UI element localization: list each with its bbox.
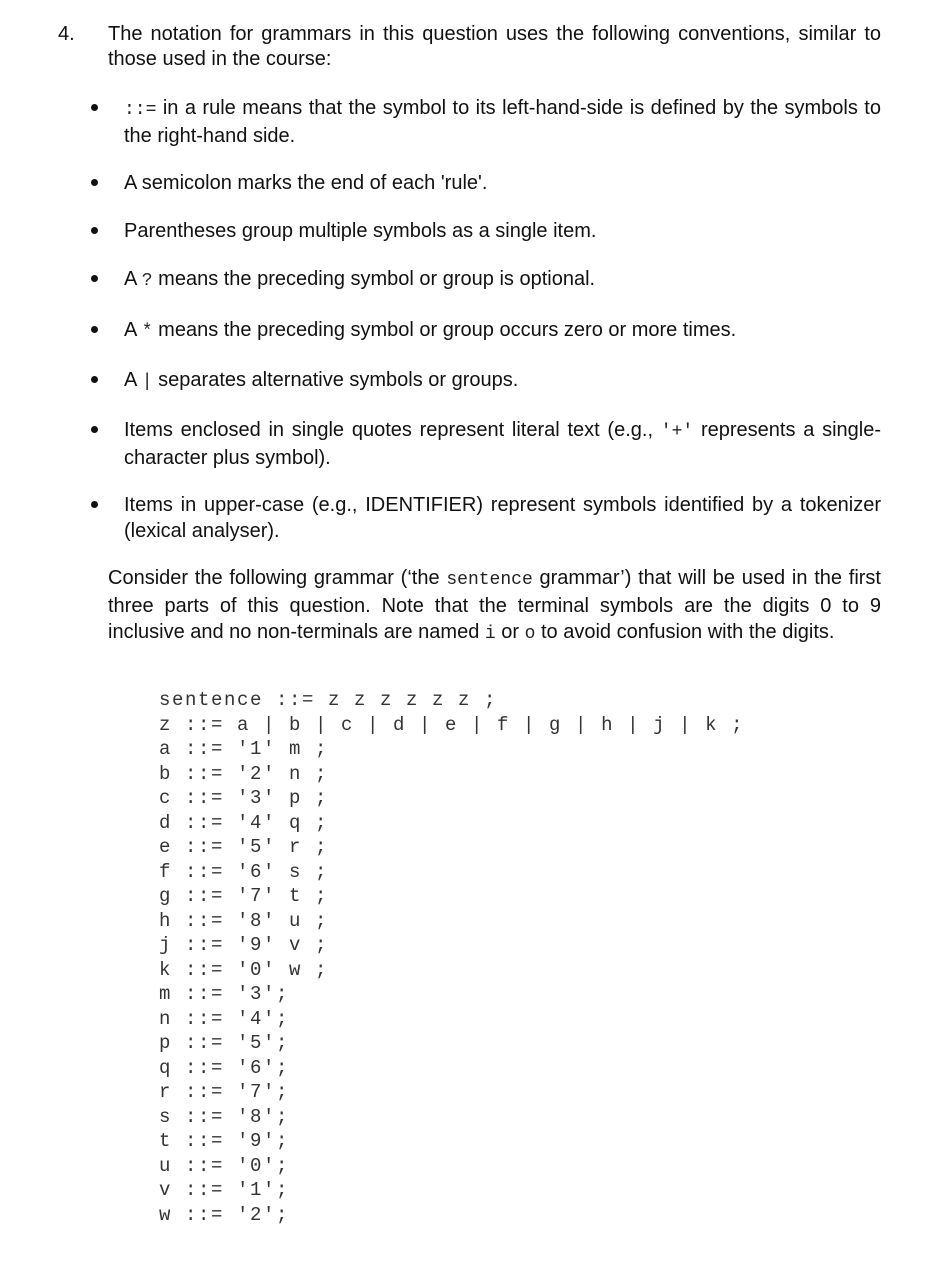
grammar-rule: r ::= '7'; [159,1081,290,1103]
convention-text: separates alternative symbols or groups. [152,369,519,391]
bullet-icon [91,326,98,333]
convention-text: means the preceding symbol or group occu… [152,319,737,341]
grammar-rule: f ::= '6' s ; [159,860,329,883]
grammar-rule: sentence ::= z z z z z z ; [159,689,498,711]
paragraph-text: Consider the following grammar (‘the [108,567,447,589]
grammar-rule: c ::= '3' p ; [159,787,329,809]
paragraph-text: to avoid confusion with the digits. [535,621,835,643]
grammar-rule: b ::= '2' n ; [159,762,329,785]
paragraph-text: or [495,621,525,643]
grammar-rule: v ::= '1'; [159,1179,290,1201]
grammar-rule: u ::= '0'; [159,1154,290,1177]
grammar-rule: n ::= '4'; [159,1007,290,1030]
convention-text: Parentheses group multiple symbols as a … [124,220,597,242]
bullet-icon [91,501,98,508]
question-number: 4. [58,23,75,45]
grammar-rule: j ::= '9' v ; [159,934,329,956]
grammar-rule: h ::= '8' u ; [159,909,329,932]
convention-text: A [124,369,142,391]
grammar-rule: k ::= '0' w ; [159,958,329,981]
grammar-rule: w ::= '2'; [159,1203,290,1226]
inline-code: i [484,624,496,644]
grammar-rule: z ::= a | b | c | d | e | f | g | h | j … [159,713,745,736]
convention-text: Items enclosed in single quotes represen… [124,419,661,441]
convention-code: * [141,322,153,342]
convention-code: ? [141,271,153,291]
convention-code: ::= [124,100,157,120]
grammar-rule: t ::= '9'; [159,1130,290,1152]
bullet-icon [91,227,98,234]
convention-text: means the preceding symbol or group is o… [152,268,596,290]
convention-text: Items in upper-case (e.g., IDENTIFIER) r… [124,494,881,542]
grammar-rule: p ::= '5'; [159,1032,290,1054]
bullet-icon [91,104,98,111]
bullet-icon [91,426,98,433]
convention-text: A semicolon marks the end of each 'rule'… [124,172,488,194]
bullet-icon [91,376,98,383]
convention-text: A [124,319,142,341]
bullet-icon [91,179,98,186]
grammar-rule: s ::= '8'; [159,1105,290,1128]
grammar-rule: m ::= '3'; [159,983,290,1005]
grammar-rule: e ::= '5' r ; [159,836,329,858]
convention-code: | [141,372,153,392]
convention-text: A [124,268,142,290]
grammar-rule: d ::= '4' q ; [159,811,329,834]
grammar-rule: g ::= '7' t ; [159,885,329,907]
inline-code: o [524,624,536,644]
convention-text: in a rule means that the symbol to its l… [124,97,881,147]
grammar-rule: q ::= '6'; [159,1056,290,1079]
grammar-rule: a ::= '1' m ; [159,738,329,760]
grammar-listing: sentence ::= z z z z z z ; z ::= a | b |… [159,688,744,1227]
question-intro: The notation for grammars in this questi… [108,23,881,70]
consider-paragraph: Consider the following grammar (‘the sen… [108,565,881,647]
convention-code: '+' [660,422,694,442]
inline-code: sentence [446,570,533,590]
bullet-icon [91,275,98,282]
